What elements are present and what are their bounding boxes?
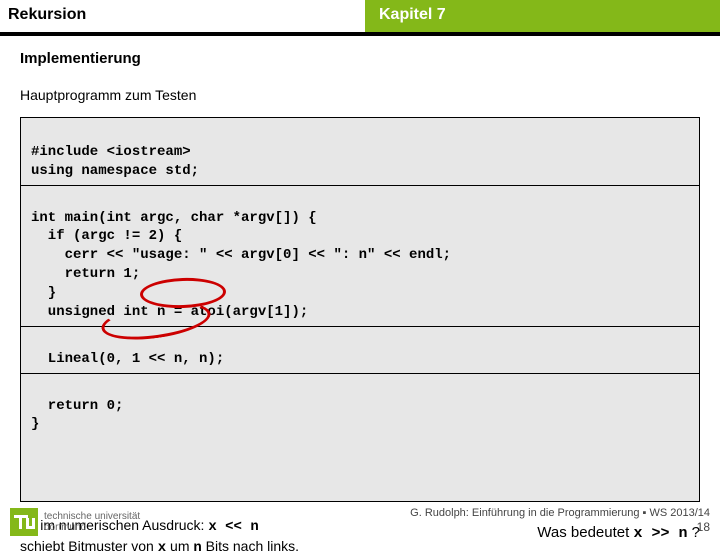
header-underline	[0, 32, 720, 36]
section-title: Implementierung	[20, 50, 700, 67]
slide-header: Rekursion Kapitel 7	[0, 0, 720, 32]
tu-logo-icon	[10, 508, 38, 536]
code-divider-1	[21, 185, 699, 186]
code-main-start: int main(int argc, char *argv[]) { if (a…	[31, 210, 451, 320]
code-block: #include <iostream> using namespace std;…	[20, 117, 700, 502]
university-name: technische universität dortmund	[44, 511, 140, 533]
slide-content: Implementierung Hauptprogramm zum Testen…	[0, 32, 720, 558]
page-number: 18	[697, 520, 710, 534]
code-return: return 0; }	[31, 398, 123, 433]
section-subtitle: Hauptprogramm zum Testen	[20, 87, 700, 103]
uni-line2: dortmund	[44, 522, 86, 533]
note-line2-prefix: schiebt Bitmuster von	[20, 538, 158, 554]
code-lineal-call: Lineal(0, 1 << n, n);	[31, 351, 224, 367]
note-mid: um	[166, 538, 193, 554]
header-chapter: Kapitel 7	[365, 0, 720, 32]
code-divider-3	[21, 373, 699, 374]
note-suffix: Bits nach links.	[202, 538, 299, 554]
slide-footer: technische universität dortmund G. Rudol…	[0, 500, 720, 540]
uni-line1: technische universität	[44, 511, 140, 522]
var-n: n	[193, 540, 201, 556]
university-logo: technische universität dortmund	[10, 508, 140, 536]
footer-credit: G. Rudolph: Einführung in die Programmie…	[410, 507, 710, 519]
code-includes: #include <iostream> using namespace std;	[31, 144, 199, 179]
header-topic: Rekursion	[0, 0, 365, 32]
footer-credit-wrap: G. Rudolph: Einführung in die Programmie…	[410, 506, 710, 536]
var-x: x	[158, 540, 166, 556]
